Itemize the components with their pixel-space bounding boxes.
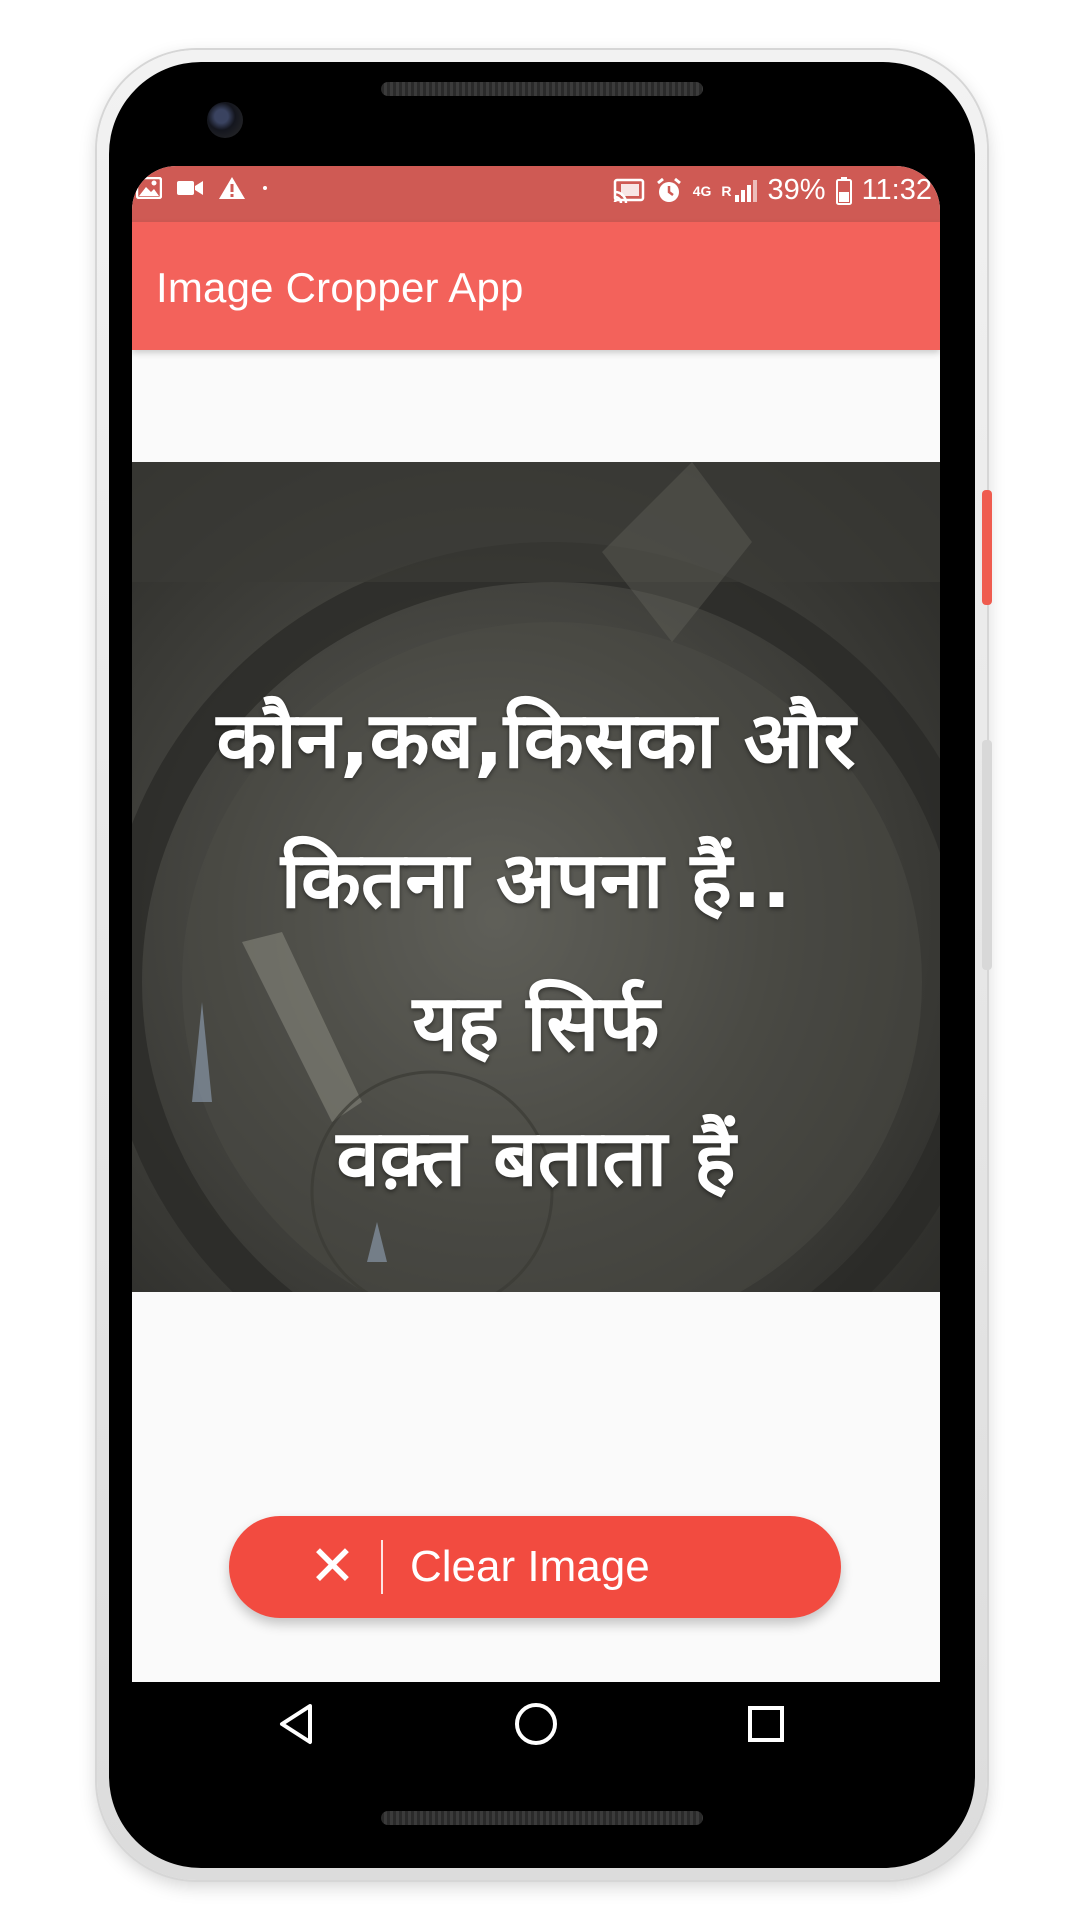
system-status: 4G R 39% 11:32 xyxy=(613,174,932,207)
dot-icon xyxy=(260,183,270,193)
image-icon xyxy=(136,177,162,199)
top-speaker xyxy=(381,82,703,96)
home-icon xyxy=(515,1703,557,1745)
recents-icon xyxy=(748,1706,784,1742)
status-bar: 4G R 39% 11:32 xyxy=(132,166,940,222)
alarm-icon xyxy=(655,177,683,205)
signal-icon: R xyxy=(721,179,757,203)
quote-line: कौन,कब,किसका और xyxy=(216,696,856,786)
front-camera-icon xyxy=(207,102,243,138)
back-icon xyxy=(280,1704,312,1744)
home-button[interactable] xyxy=(506,1696,566,1752)
close-icon: ✕ xyxy=(309,1534,356,1597)
video-icon xyxy=(176,178,204,198)
screen: 4G R 39% 11:32 Image Cropper App कौन,कब,… xyxy=(132,166,940,1766)
cast-icon xyxy=(613,178,645,204)
battery-percent: 39% xyxy=(767,174,826,206)
roaming-label: R xyxy=(721,182,732,199)
warning-icon xyxy=(218,176,246,200)
clear-image-label: Clear Image xyxy=(410,1542,650,1591)
network-type-label: 4G xyxy=(692,182,712,199)
volume-button[interactable] xyxy=(982,740,992,970)
recents-button[interactable] xyxy=(736,1696,796,1752)
quote-line: यह सिर्फ xyxy=(412,979,660,1069)
app-title: Image Cropper App xyxy=(156,264,524,311)
clock-time: 11:32 xyxy=(861,174,932,206)
navigation-bar xyxy=(132,1682,940,1766)
button-divider xyxy=(381,1540,383,1594)
quote-line: वक़्त बताता हैं xyxy=(336,1114,736,1204)
bottom-speaker xyxy=(381,1811,703,1825)
power-button[interactable] xyxy=(982,490,992,605)
cropped-image[interactable]: कौन,कब,किसका और कितना अपना हैं.. यह सिर्… xyxy=(132,462,940,1292)
battery-icon xyxy=(835,176,852,205)
back-button[interactable] xyxy=(266,1696,326,1752)
quote-line: कितना अपना हैं.. xyxy=(280,836,792,926)
app-toolbar: Image Cropper App xyxy=(132,222,940,350)
clear-image-button[interactable]: ✕ Clear Image xyxy=(229,1516,841,1618)
notification-icons xyxy=(136,176,270,200)
